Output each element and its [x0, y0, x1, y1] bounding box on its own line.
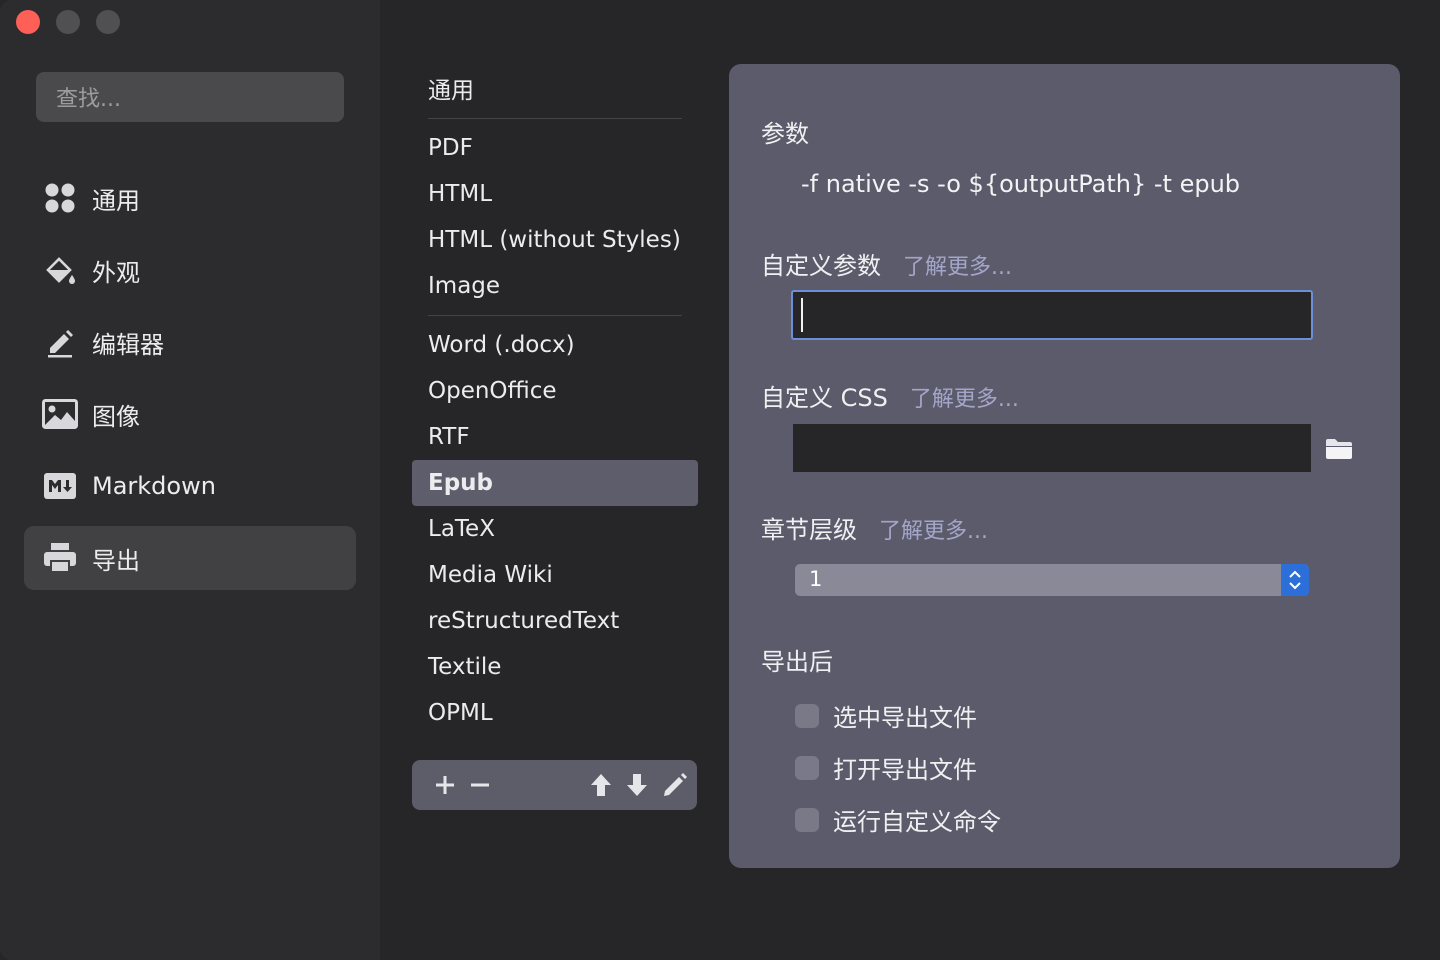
- traffic-lights: [16, 10, 120, 34]
- list-item-opml[interactable]: OPML: [412, 690, 698, 736]
- minus-icon: [471, 783, 489, 787]
- learn-more-link[interactable]: 了解更多...: [910, 387, 1019, 412]
- sidebar-item-export[interactable]: 导出: [24, 526, 356, 590]
- search-placeholder: 查找...: [56, 87, 121, 112]
- run-custom-command-checkbox[interactable]: [795, 807, 819, 832]
- checkbox-label: 打开导出文件: [833, 756, 977, 784]
- move-up-button[interactable]: [588, 772, 614, 798]
- close-window-button[interactable]: [16, 10, 40, 34]
- chapter-level-title: 章节层级: [761, 516, 857, 544]
- open-exported-file-option[interactable]: 打开导出文件: [795, 750, 977, 785]
- sidebar: 查找... 通用 外观 编辑器 图像 Markdown 导出: [0, 0, 380, 960]
- custom-css-input[interactable]: [793, 424, 1311, 472]
- minimize-window-button[interactable]: [56, 10, 80, 34]
- sidebar-item-general[interactable]: 通用: [24, 166, 356, 230]
- params-value: -f native -s -o ${outputPath} -t epub: [801, 170, 1241, 198]
- chevron-up-down-icon[interactable]: [1281, 564, 1309, 596]
- grid-icon: [42, 180, 78, 216]
- after-export-title: 导出后: [761, 648, 833, 676]
- sidebar-item-editor[interactable]: 编辑器: [24, 310, 356, 374]
- printer-icon: [42, 540, 78, 576]
- list-item-rtf[interactable]: RTF: [412, 414, 698, 460]
- epub-settings-panel: 参数 -f native -s -o ${outputPath} -t epub…: [729, 64, 1400, 868]
- reveal-exported-file-option[interactable]: 选中导出文件: [795, 698, 977, 733]
- sidebar-nav: 通用 外观 编辑器 图像 Markdown 导出: [24, 166, 356, 598]
- sidebar-item-label: 编辑器: [92, 330, 164, 359]
- list-item-word[interactable]: Word (.docx): [412, 322, 698, 368]
- sidebar-item-label: 通用: [92, 186, 140, 215]
- folder-icon[interactable]: [1325, 438, 1355, 462]
- sidebar-item-image[interactable]: 图像: [24, 382, 356, 446]
- sidebar-item-label: 外观: [92, 258, 140, 287]
- pencil-icon: [664, 773, 687, 796]
- paint-bucket-icon: [42, 252, 78, 288]
- list-item-html[interactable]: HTML: [412, 171, 698, 217]
- learn-more-link[interactable]: 了解更多...: [879, 519, 988, 544]
- pencil-icon: [42, 324, 78, 360]
- run-custom-command-option[interactable]: 运行自定义命令: [795, 802, 1001, 837]
- preferences-window: 查找... 通用 外观 编辑器 图像 Markdown 导出 通用 PDF HT…: [0, 0, 1440, 960]
- export-format-list: 通用 PDF HTML HTML (without Styles) Image …: [412, 64, 698, 736]
- checkbox-label: 运行自定义命令: [833, 808, 1001, 836]
- move-down-button[interactable]: [624, 772, 650, 798]
- custom-params-title: 自定义参数: [761, 252, 881, 280]
- custom-params-input[interactable]: [791, 290, 1313, 340]
- list-item-openoffice[interactable]: OpenOffice: [412, 368, 698, 414]
- sidebar-item-appearance[interactable]: 外观: [24, 238, 356, 302]
- sidebar-item-markdown[interactable]: Markdown: [24, 454, 356, 518]
- sidebar-item-label: Markdown: [92, 472, 216, 500]
- search-input[interactable]: 查找...: [36, 72, 344, 122]
- list-divider: [428, 118, 682, 119]
- arrow-up-icon: [591, 774, 611, 796]
- image-icon: [42, 396, 78, 432]
- plus-icon: [436, 776, 454, 794]
- custom-css-header: 自定义 CSS 了解更多...: [761, 378, 1019, 413]
- chapter-level-select[interactable]: 1: [795, 564, 1309, 596]
- custom-css-title: 自定义 CSS: [761, 384, 888, 412]
- list-item-html-without-styles[interactable]: HTML (without Styles): [412, 217, 698, 263]
- custom-params-header: 自定义参数 了解更多...: [761, 246, 1012, 281]
- list-item-general[interactable]: 通用: [412, 64, 698, 112]
- arrow-down-icon: [627, 774, 647, 796]
- sidebar-item-label: 图像: [92, 402, 140, 431]
- list-item-image[interactable]: Image: [412, 263, 698, 309]
- learn-more-link[interactable]: 了解更多...: [903, 255, 1012, 280]
- list-item-epub[interactable]: Epub: [412, 460, 698, 506]
- markdown-icon: [42, 468, 78, 504]
- list-item-restructuredtext[interactable]: reStructuredText: [412, 598, 698, 644]
- reveal-exported-file-checkbox[interactable]: [795, 703, 819, 728]
- zoom-window-button[interactable]: [96, 10, 120, 34]
- add-button[interactable]: [432, 772, 458, 798]
- list-toolbar: [412, 760, 697, 810]
- open-exported-file-checkbox[interactable]: [795, 755, 819, 780]
- list-item-textile[interactable]: Textile: [412, 644, 698, 690]
- remove-button[interactable]: [467, 772, 493, 798]
- sidebar-item-label: 导出: [92, 546, 140, 575]
- checkbox-label: 选中导出文件: [833, 704, 977, 732]
- list-item-media-wiki[interactable]: Media Wiki: [412, 552, 698, 598]
- chapter-level-value: 1: [809, 567, 823, 591]
- params-title: 参数: [761, 120, 809, 148]
- text-caret: [801, 298, 803, 332]
- list-item-pdf[interactable]: PDF: [412, 125, 698, 171]
- chapter-level-header: 章节层级 了解更多...: [761, 510, 988, 545]
- list-divider: [428, 315, 682, 316]
- edit-button[interactable]: [662, 772, 688, 798]
- list-item-latex[interactable]: LaTeX: [412, 506, 698, 552]
